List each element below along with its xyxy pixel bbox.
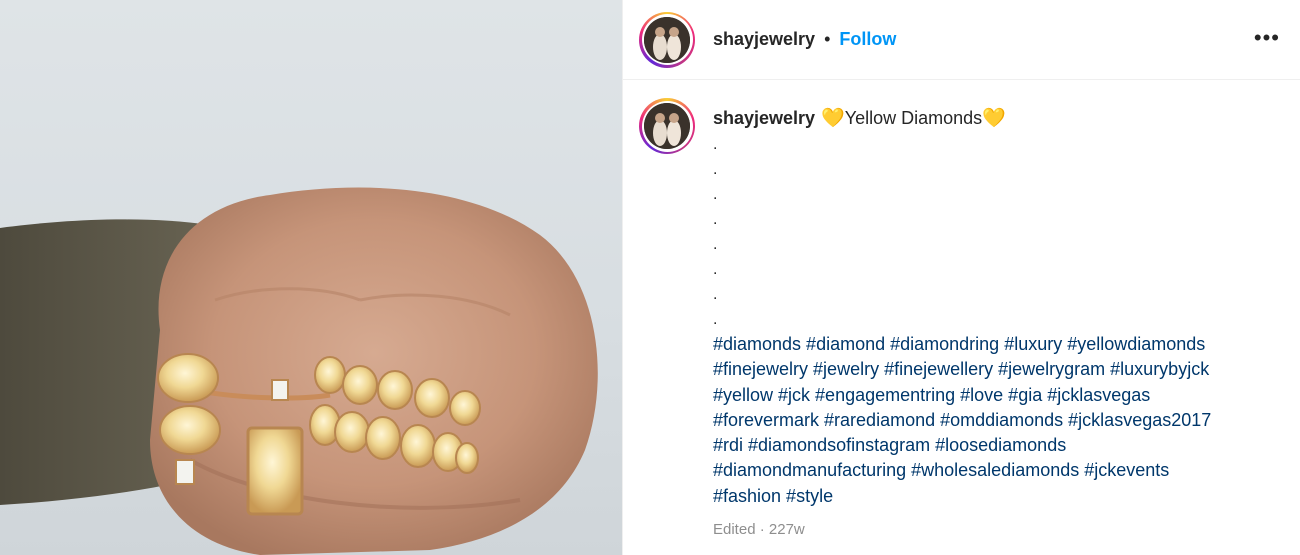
avatar[interactable] xyxy=(644,16,690,63)
caption-title: Yellow Diamonds xyxy=(844,108,983,128)
jewelry-hand-photo xyxy=(0,187,598,555)
hashtag-line[interactable]: #fashion #style xyxy=(713,484,1283,509)
yellow-heart-icon: 💛 xyxy=(821,108,845,129)
separator-dot: • xyxy=(824,29,831,49)
dot-line: . xyxy=(713,186,718,203)
meta-separator: · xyxy=(759,521,765,539)
dot-line: . xyxy=(713,136,718,153)
dot-line: . xyxy=(713,161,718,178)
header-username[interactable]: shayjewelry xyxy=(713,29,815,50)
hashtag-line[interactable]: #diamonds #diamond #diamondring #luxury … xyxy=(713,332,1283,357)
hashtag-line[interactable]: #rdi #diamondsofinstagram #loosediamonds xyxy=(713,433,1283,458)
story-ring[interactable] xyxy=(639,11,695,68)
hashtags: #diamonds #diamond #diamondring #luxury … xyxy=(713,332,1283,509)
post-age[interactable]: 227w xyxy=(769,521,805,538)
caption-comment: shayjewelry 💛Yellow Diamonds💛 . . . . . .… xyxy=(623,80,1300,538)
yellow-heart-icon: 💛 xyxy=(982,108,1006,129)
dot-line: . xyxy=(713,286,718,303)
dot-line: . xyxy=(713,261,718,278)
dot-line: . xyxy=(713,211,718,228)
hashtag-line[interactable]: #forevermark #rarediamond #omddiamonds #… xyxy=(713,408,1283,433)
dot-line: . xyxy=(713,311,718,328)
more-horizontal-icon[interactable]: ••• xyxy=(1254,27,1280,49)
hashtag-line[interactable]: #yellow #jck #engagementring #love #gia … xyxy=(713,383,1283,408)
follow-button[interactable]: Follow xyxy=(839,29,896,50)
post-photo[interactable] xyxy=(0,0,622,555)
caption-avatar[interactable] xyxy=(644,103,690,149)
post-meta: Edited · 227w xyxy=(713,521,1283,538)
caption-dots: . . . . . . . . xyxy=(713,132,1283,332)
hashtag-line[interactable]: #finejewelry #jewelry #finejewellery #je… xyxy=(713,357,1283,382)
post-side-panel: shayjewelry • Follow ••• shayjewelry 💛Ye… xyxy=(622,0,1300,555)
edited-label: Edited xyxy=(713,521,756,539)
dot-line: . xyxy=(713,236,718,253)
instagram-post: shayjewelry • Follow ••• shayjewelry 💛Ye… xyxy=(0,0,1300,555)
caption-body: shayjewelry 💛Yellow Diamonds💛 . . . . . .… xyxy=(713,98,1283,538)
post-header: shayjewelry • Follow ••• xyxy=(623,0,1300,80)
caption-username[interactable]: shayjewelry xyxy=(713,108,815,128)
hashtag-line[interactable]: #diamondmanufacturing #wholesalediamonds… xyxy=(713,458,1283,483)
caption-title-line: shayjewelry 💛Yellow Diamonds💛 xyxy=(713,106,1283,131)
caption-story-ring[interactable] xyxy=(639,98,695,154)
